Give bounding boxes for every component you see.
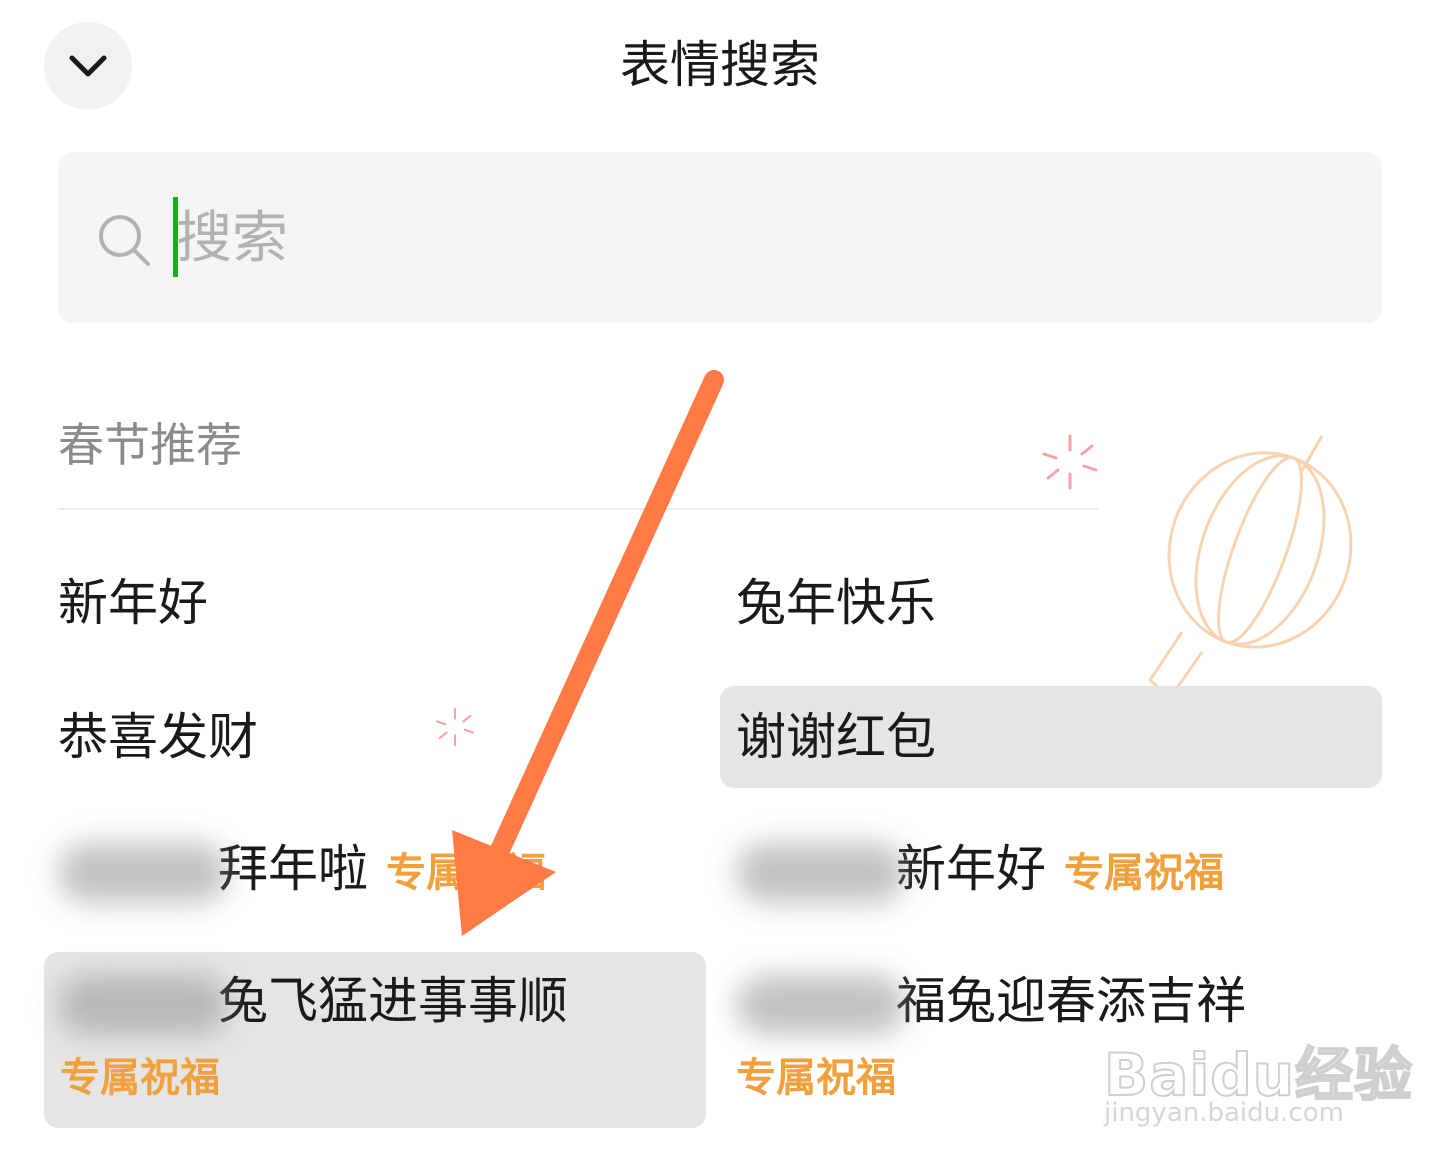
suggestion-item[interactable]: 恭喜发财 — [58, 704, 258, 770]
blurred-name — [736, 842, 906, 903]
search-input[interactable] — [176, 200, 1356, 276]
exclusive-tag: 专属祝福 — [736, 1055, 896, 1101]
suggestion-label: 拜年啦 — [218, 840, 368, 898]
suggestion-label: 兔飞猛进事事顺 — [218, 972, 568, 1030]
watermark-url: jingyan.baidu.com — [1104, 1098, 1344, 1128]
suggestion-label: 新年好 — [58, 574, 208, 632]
page-title: 表情搜索 — [620, 36, 820, 94]
suggestion-label: 恭喜发财 — [58, 708, 258, 766]
suggestion-label: 兔年快乐 — [736, 574, 936, 632]
section-title: 春节推荐 — [58, 418, 242, 472]
suggestion-item[interactable]: 谢谢红包 — [720, 686, 1382, 788]
blurred-name — [736, 974, 906, 1035]
search-icon — [99, 215, 150, 266]
suggestion-item[interactable]: 新年好 — [58, 570, 208, 636]
suggestion-item[interactable]: 新年好 专属祝福 — [736, 836, 1224, 906]
suggestion-item[interactable]: 兔飞猛进事事顺 专属祝福 — [44, 952, 706, 1128]
exclusive-tag: 专属祝福 — [60, 1055, 220, 1101]
section-divider — [58, 508, 1098, 510]
sparkle-icon — [1042, 434, 1098, 490]
sparkle-icon — [435, 707, 475, 747]
suggestion-label: 谢谢红包 — [736, 708, 936, 766]
exclusive-tag: 专属祝福 — [1064, 850, 1224, 896]
exclusive-tag: 专属祝福 — [386, 850, 546, 896]
suggestion-label: 新年好 — [896, 840, 1046, 898]
suggestion-item[interactable]: 兔年快乐 — [736, 570, 936, 636]
suggestion-label: 福兔迎春添吉祥 — [896, 972, 1246, 1030]
lantern-decoration — [1148, 435, 1353, 701]
suggestion-item[interactable]: 拜年啦 专属祝福 — [58, 836, 546, 906]
blurred-name — [58, 974, 228, 1035]
blurred-name — [58, 842, 228, 903]
